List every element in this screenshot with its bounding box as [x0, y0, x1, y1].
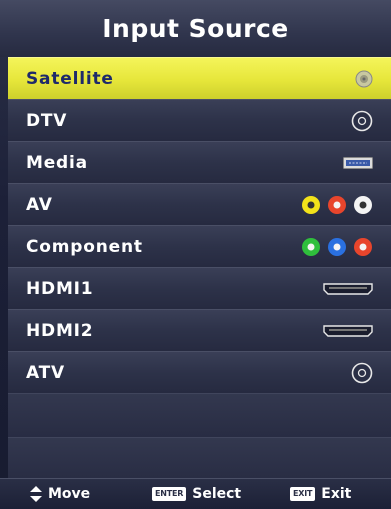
hdmi-port-icon [323, 268, 373, 310]
source-item-av[interactable]: AV [8, 183, 391, 225]
exit-label: Exit [321, 486, 352, 502]
hdmi-port-icon [323, 310, 373, 352]
usb-port-icon [343, 142, 373, 184]
source-label: Media [26, 153, 88, 173]
empty-slot [8, 437, 391, 481]
coax-connector-icon [351, 352, 373, 394]
title-bar: Input Source [0, 0, 391, 57]
source-label: Component [26, 237, 143, 257]
empty-slot [8, 393, 391, 437]
component-connectors-icon [301, 226, 373, 268]
source-item-hdmi1[interactable]: HDMI1 [8, 267, 391, 309]
move-label: Move [48, 486, 91, 502]
source-item-hdmi2[interactable]: HDMI2 [8, 309, 391, 351]
source-item-media[interactable]: Media [8, 141, 391, 183]
input-source-menu: Input Source Satellite DTV Media AV Comp… [0, 0, 391, 509]
move-hint: Move [30, 479, 90, 509]
coax-connector-icon [351, 100, 373, 142]
source-label: Satellite [26, 69, 114, 89]
source-label: ATV [26, 363, 65, 383]
source-item-dtv[interactable]: DTV [8, 99, 391, 141]
source-item-satellite[interactable]: Satellite [8, 57, 391, 99]
select-label: Select [192, 486, 242, 502]
source-label: AV [26, 195, 53, 215]
satellite-connector-icon [355, 58, 373, 100]
up-down-arrows-icon [30, 486, 42, 502]
footer-hint-bar: Move ENTER Select EXIT Exit [0, 478, 391, 509]
page-title: Input Source [102, 14, 289, 43]
source-label: HDMI1 [26, 279, 94, 299]
rca-av-connectors-icon [301, 184, 373, 226]
source-item-atv[interactable]: ATV [8, 351, 391, 393]
select-hint: ENTER Select [152, 479, 241, 509]
source-label: DTV [26, 111, 68, 131]
source-item-component[interactable]: Component [8, 225, 391, 267]
source-label: HDMI2 [26, 321, 94, 341]
exit-key-icon: EXIT [290, 487, 316, 501]
source-list: Satellite DTV Media AV Component HDMI1 H… [8, 57, 391, 481]
enter-key-icon: ENTER [152, 487, 187, 501]
exit-hint: EXIT Exit [290, 479, 351, 509]
